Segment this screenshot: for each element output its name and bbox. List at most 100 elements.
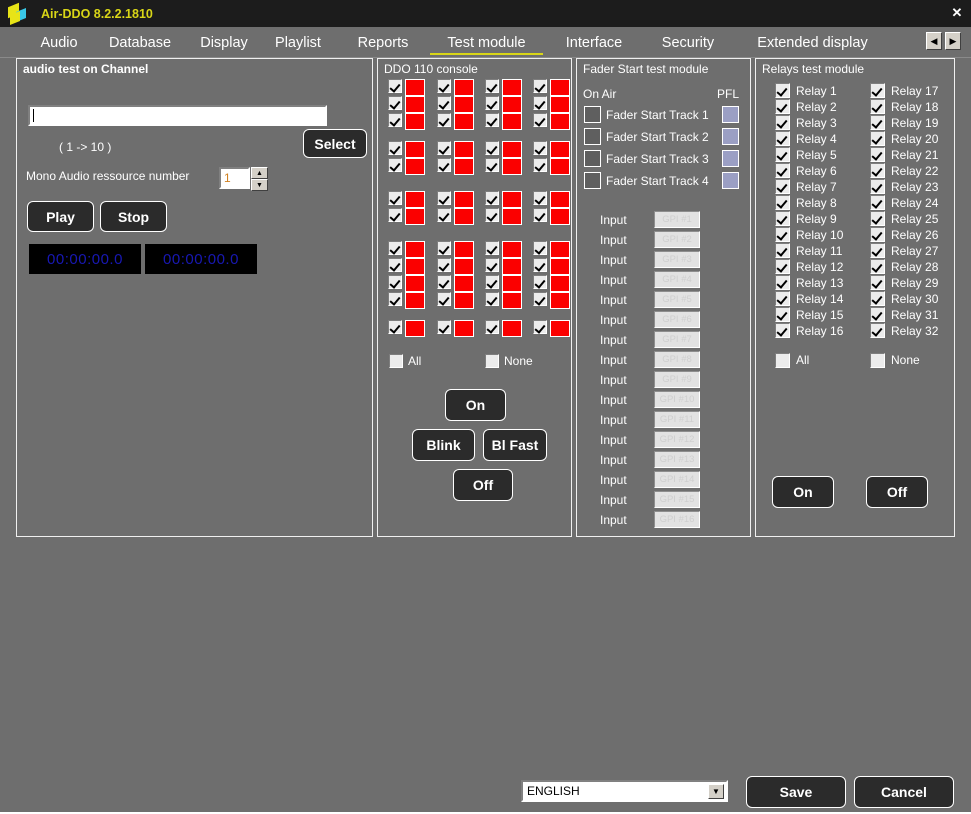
gpi-input-field-1[interactable]: GPI #1 (654, 211, 700, 228)
tab-reports[interactable]: Reports (343, 27, 423, 58)
ddo-checkbox-g4-c3-r2[interactable] (485, 258, 499, 272)
ddo-checkbox-g1-c4-r3[interactable] (533, 113, 547, 127)
tab-display[interactable]: Display (185, 27, 263, 58)
relay-checkbox-relay-24[interactable] (870, 195, 885, 210)
ddo-checkbox-g3-c2-r2[interactable] (437, 208, 451, 222)
gpi-input-field-14[interactable]: GPI #14 (654, 471, 700, 488)
gpi-input-field-10[interactable]: GPI #10 (654, 391, 700, 408)
ddo-checkbox-g1-c1-r2[interactable] (388, 96, 402, 110)
ddo-checkbox-g2-c4-r2[interactable] (533, 158, 547, 172)
ddo-led-g1-c4-r1[interactable] (550, 79, 570, 96)
cancel-button[interactable]: Cancel (854, 776, 954, 808)
ddo-led-g3-c4-r1[interactable] (550, 191, 570, 208)
stepper-down-icon[interactable]: ▼ (251, 179, 268, 191)
ddo-led-g2-c4-r1[interactable] (550, 141, 570, 158)
ddo-on-button[interactable]: On (445, 389, 506, 421)
relay-checkbox-relay-23[interactable] (870, 179, 885, 194)
ddo-checkbox-g4-c3-r1[interactable] (485, 241, 499, 255)
gpi-input-field-11[interactable]: GPI #11 (654, 411, 700, 428)
relay-checkbox-relay-22[interactable] (870, 163, 885, 178)
gpi-input-field-7[interactable]: GPI #7 (654, 331, 700, 348)
gpi-input-field-6[interactable]: GPI #6 (654, 311, 700, 328)
ddo-led-g1-c1-r3[interactable] (405, 113, 425, 130)
tab-database[interactable]: Database (92, 27, 188, 58)
ddo-checkbox-g1-c2-r3[interactable] (437, 113, 451, 127)
ddo-led-g3-c1-r1[interactable] (405, 191, 425, 208)
save-button[interactable]: Save (746, 776, 846, 808)
ddo-checkbox-g3-c3-r1[interactable] (485, 191, 499, 205)
ddo-led-g1-c2-r3[interactable] (454, 113, 474, 130)
ddo-checkbox-g4-c2-r3[interactable] (437, 275, 451, 289)
ddo-led-g2-c1-r1[interactable] (405, 141, 425, 158)
stop-button[interactable]: Stop (100, 201, 167, 232)
ddo-checkbox-g1-c3-r2[interactable] (485, 96, 499, 110)
ddo-checkbox-g4-c4-r4[interactable] (533, 292, 547, 306)
relay-checkbox-relay-18[interactable] (870, 99, 885, 114)
tab-extended-display[interactable]: Extended display (745, 27, 880, 58)
relay-checkbox-relay-21[interactable] (870, 147, 885, 162)
ddo-checkbox-g2-c3-r2[interactable] (485, 158, 499, 172)
gpi-input-field-4[interactable]: GPI #4 (654, 271, 700, 288)
ddo-led-g5-c1-r1[interactable] (405, 320, 425, 337)
relay-checkbox-relay-20[interactable] (870, 131, 885, 146)
ddo-checkbox-g4-c1-r3[interactable] (388, 275, 402, 289)
ddo-none-checkbox[interactable] (485, 354, 499, 368)
ddo-led-g5-c3-r1[interactable] (502, 320, 522, 337)
relay-checkbox-relay-27[interactable] (870, 243, 885, 258)
ddo-checkbox-g1-c2-r2[interactable] (437, 96, 451, 110)
ddo-led-g4-c2-r4[interactable] (454, 292, 474, 309)
relay-checkbox-relay-17[interactable] (870, 83, 885, 98)
ddo-led-g3-c2-r2[interactable] (454, 208, 474, 225)
tab-scroll-prev-icon[interactable]: ◀ (926, 32, 942, 50)
ddo-checkbox-g4-c2-r2[interactable] (437, 258, 451, 272)
ddo-led-g3-c3-r2[interactable] (502, 208, 522, 225)
tab-interface[interactable]: Interface (553, 27, 635, 58)
ddo-checkbox-g2-c1-r1[interactable] (388, 141, 402, 155)
gpi-input-field-5[interactable]: GPI #5 (654, 291, 700, 308)
ddo-led-g4-c1-r1[interactable] (405, 241, 425, 258)
tab-security[interactable]: Security (648, 27, 728, 58)
ddo-checkbox-g4-c1-r4[interactable] (388, 292, 402, 306)
fader-start-pfl-box-4[interactable] (722, 172, 739, 189)
ddo-led-g1-c3-r2[interactable] (502, 96, 522, 113)
ddo-checkbox-g4-c1-r2[interactable] (388, 258, 402, 272)
ddo-led-g4-c2-r3[interactable] (454, 275, 474, 292)
ddo-checkbox-g1-c2-r1[interactable] (437, 79, 451, 93)
relay-checkbox-relay-15[interactable] (775, 307, 790, 322)
relay-none-checkbox[interactable] (870, 353, 885, 368)
ddo-led-g2-c4-r2[interactable] (550, 158, 570, 175)
ddo-led-g3-c3-r1[interactable] (502, 191, 522, 208)
relay-checkbox-relay-11[interactable] (775, 243, 790, 258)
ddo-checkbox-g4-c4-r3[interactable] (533, 275, 547, 289)
ddo-checkbox-g3-c1-r1[interactable] (388, 191, 402, 205)
ddo-led-g5-c2-r1[interactable] (454, 320, 474, 337)
relay-checkbox-relay-5[interactable] (775, 147, 790, 162)
ddo-led-g4-c3-r3[interactable] (502, 275, 522, 292)
resource-number-stepper[interactable]: ▲ ▼ (251, 167, 268, 191)
ddo-off-button[interactable]: Off (453, 469, 513, 501)
relay-all-checkbox[interactable] (775, 353, 790, 368)
tab-playlist[interactable]: Playlist (258, 27, 338, 58)
play-button[interactable]: Play (27, 201, 94, 232)
relay-off-button[interactable]: Off (866, 476, 928, 508)
ddo-checkbox-g2-c4-r1[interactable] (533, 141, 547, 155)
ddo-led-g1-c3-r1[interactable] (502, 79, 522, 96)
relay-checkbox-relay-16[interactable] (775, 323, 790, 338)
fader-start-onair-checkbox-3[interactable] (584, 150, 601, 167)
ddo-led-g4-c1-r3[interactable] (405, 275, 425, 292)
ddo-led-g4-c4-r3[interactable] (550, 275, 570, 292)
gpi-input-field-12[interactable]: GPI #12 (654, 431, 700, 448)
ddo-led-g4-c2-r2[interactable] (454, 258, 474, 275)
ddo-led-g1-c1-r1[interactable] (405, 79, 425, 96)
ddo-checkbox-g2-c3-r1[interactable] (485, 141, 499, 155)
ddo-led-g4-c1-r4[interactable] (405, 292, 425, 309)
ddo-checkbox-g1-c3-r1[interactable] (485, 79, 499, 93)
ddo-checkbox-g5-c1-r1[interactable] (388, 320, 402, 334)
ddo-led-g2-c1-r2[interactable] (405, 158, 425, 175)
gpi-input-field-3[interactable]: GPI #3 (654, 251, 700, 268)
relay-checkbox-relay-7[interactable] (775, 179, 790, 194)
ddo-checkbox-g4-c2-r1[interactable] (437, 241, 451, 255)
ddo-checkbox-g3-c2-r1[interactable] (437, 191, 451, 205)
ddo-checkbox-g4-c2-r4[interactable] (437, 292, 451, 306)
ddo-checkbox-g3-c3-r2[interactable] (485, 208, 499, 222)
